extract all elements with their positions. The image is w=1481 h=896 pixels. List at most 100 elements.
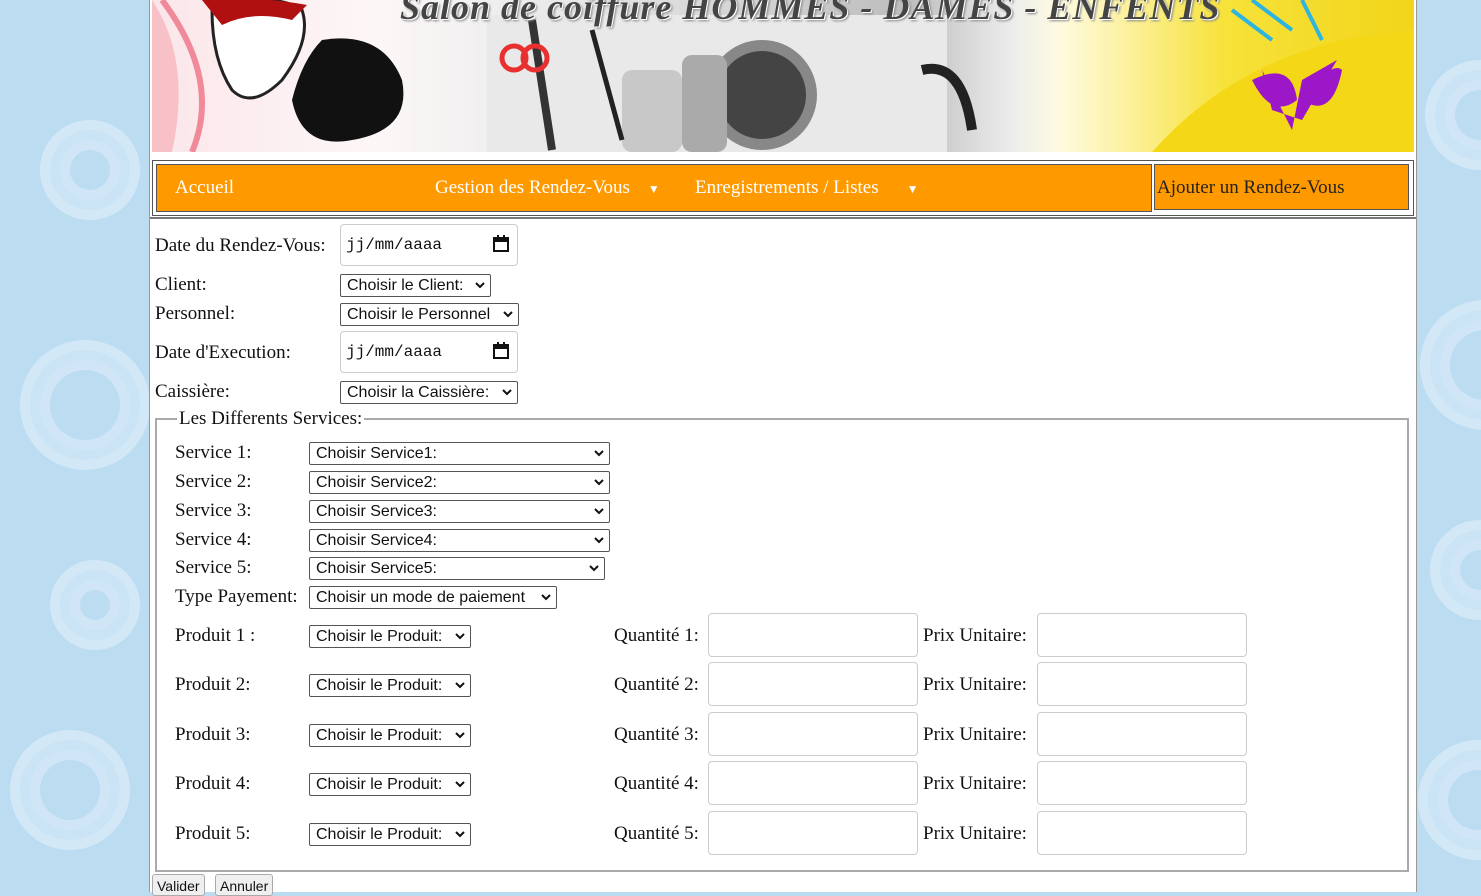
quantity-5-label: Quantité 5: (614, 823, 699, 844)
product-1-select-value: Choisir le Produit: (316, 628, 443, 645)
quantity-5-input[interactable] (708, 811, 918, 855)
payment-type-label: Type Payement: (175, 586, 298, 607)
chevron-down-icon (455, 781, 465, 788)
product-4-label: Produit 4: (175, 773, 251, 794)
nav-item-label: Accueil (175, 177, 235, 198)
services-fieldset: Les Differents Services: Service 1: Choi… (155, 408, 1409, 872)
separator-line (150, 217, 1416, 219)
date-execution-input[interactable]: jj/mm/aaaa (340, 331, 518, 373)
chevron-down-icon (475, 282, 485, 289)
cancel-button[interactable]: Annuler (215, 874, 274, 896)
service-2-label: Service 2: (175, 471, 252, 492)
unit-price-2-input[interactable] (1037, 662, 1247, 706)
nav-item-label: Gestion des Rendez-Vous (435, 177, 630, 198)
product-5-label: Produit 5: (175, 823, 251, 844)
navigation-bar: Accueil Gestion des Rendez-Vous ▼ Enregis… (152, 160, 1414, 216)
quantity-2-label: Quantité 2: (614, 674, 699, 695)
service-4-select-value: Choisir Service4: (316, 532, 437, 549)
unit-price-3-label: Prix Unitaire: (923, 724, 1027, 745)
client-select[interactable]: Choisir le Client: (340, 274, 491, 297)
calendar-icon[interactable] (493, 342, 509, 359)
personnel-label: Personnel: (155, 303, 236, 324)
service-1-label: Service 1: (175, 442, 252, 463)
product-2-select[interactable]: Choisir le Produit: (309, 674, 471, 697)
personnel-select-value: Choisir le Personnel (347, 306, 491, 323)
chevron-down-icon (589, 565, 599, 572)
service-4-label: Service 4: (175, 529, 252, 550)
services-legend: Les Differents Services: (177, 408, 365, 430)
service-2-select[interactable]: Choisir Service2: (309, 471, 610, 494)
chevron-down-icon (594, 537, 604, 544)
service-5-label: Service 5: (175, 557, 252, 578)
client-label: Client: (155, 274, 207, 295)
main-menu: Accueil Gestion des Rendez-Vous ▼ Enregis… (156, 164, 1152, 212)
caissiere-select[interactable]: Choisir la Caissière: (340, 381, 518, 404)
nav-item-ajouter-rendez-vous[interactable]: Ajouter un Rendez-Vous (1154, 164, 1409, 210)
page-container: Salon de coiffure HOMMES - DAMES - ENFEN… (149, 0, 1417, 896)
unit-price-1-input[interactable] (1037, 613, 1247, 657)
date-execution-value: jj/mm/aaaa (346, 343, 443, 361)
calendar-icon[interactable] (493, 235, 509, 252)
service-3-select-value: Choisir Service3: (316, 503, 437, 520)
unit-price-5-label: Prix Unitaire: (923, 823, 1027, 844)
service-1-select-value: Choisir Service1: (316, 445, 437, 462)
chevron-down-icon (594, 479, 604, 486)
chevron-down-icon (594, 450, 604, 457)
chevron-down-icon (594, 508, 604, 515)
quantity-4-input[interactable] (708, 761, 918, 805)
product-2-select-value: Choisir le Produit: (316, 677, 443, 694)
payment-type-select-value: Choisir un mode de paiement (316, 589, 526, 606)
chevron-down-icon (541, 594, 551, 601)
nav-item-label: Enregistrements / Listes (695, 177, 879, 198)
service-2-select-value: Choisir Service2: (316, 474, 437, 491)
product-4-select[interactable]: Choisir le Produit: (309, 773, 471, 796)
product-3-select-value: Choisir le Produit: (316, 727, 443, 744)
quantity-1-input[interactable] (708, 613, 918, 657)
chevron-down-icon (455, 732, 465, 739)
date-rdv-input[interactable]: jj/mm/aaaa (340, 224, 518, 266)
chevron-down-icon (455, 831, 465, 838)
unit-price-4-label: Prix Unitaire: (923, 773, 1027, 794)
quantity-1-label: Quantité 1: (614, 625, 699, 646)
quantity-3-label: Quantité 3: (614, 724, 699, 745)
unit-price-3-input[interactable] (1037, 712, 1247, 756)
product-3-label: Produit 3: (175, 724, 251, 745)
chevron-down-icon (455, 633, 465, 640)
product-5-select-value: Choisir le Produit: (316, 826, 443, 843)
caissiere-select-value: Choisir la Caissière: (347, 384, 490, 401)
quantity-3-input[interactable] (708, 712, 918, 756)
chevron-down-icon (502, 389, 512, 396)
service-5-select[interactable]: Choisir Service5: (309, 557, 605, 580)
unit-price-2-label: Prix Unitaire: (923, 674, 1027, 695)
product-1-label: Produit 1 : (175, 625, 256, 646)
banner-title: Salon de coiffure HOMMES - DAMES - ENFEN… (400, 0, 1221, 27)
caret-down-icon: ▼ (906, 181, 919, 196)
caissiere-label: Caissière: (155, 381, 230, 402)
validate-button[interactable]: Valider (152, 874, 205, 896)
payment-type-select[interactable]: Choisir un mode de paiement (309, 586, 557, 609)
product-1-select[interactable]: Choisir le Produit: (309, 625, 471, 648)
service-3-label: Service 3: (175, 500, 252, 521)
service-5-select-value: Choisir Service5: (316, 560, 437, 577)
nav-item-accueil[interactable]: Accueil (175, 165, 234, 211)
service-4-select[interactable]: Choisir Service4: (309, 529, 610, 552)
service-1-select[interactable]: Choisir Service1: (309, 442, 610, 465)
personnel-select[interactable]: Choisir le Personnel (340, 303, 519, 326)
caret-down-icon: ▼ (647, 181, 660, 196)
client-select-value: Choisir le Client: (347, 277, 464, 294)
product-4-select-value: Choisir le Produit: (316, 776, 443, 793)
date-rdv-value: jj/mm/aaaa (346, 236, 443, 254)
unit-price-4-input[interactable] (1037, 761, 1247, 805)
header-banner: Salon de coiffure HOMMES - DAMES - ENFEN… (152, 0, 1414, 152)
nav-item-enregistrements-listes[interactable]: Enregistrements / Listes ▼ (695, 165, 919, 211)
chevron-down-icon (455, 682, 465, 689)
nav-item-gestion-rendez-vous[interactable]: Gestion des Rendez-Vous ▼ (435, 165, 660, 211)
date-execution-label: Date d'Execution: (155, 342, 291, 363)
quantity-2-input[interactable] (708, 662, 918, 706)
unit-price-5-input[interactable] (1037, 811, 1247, 855)
product-2-label: Produit 2: (175, 674, 251, 695)
product-5-select[interactable]: Choisir le Produit: (309, 823, 471, 846)
service-3-select[interactable]: Choisir Service3: (309, 500, 610, 523)
product-3-select[interactable]: Choisir le Produit: (309, 724, 471, 747)
chevron-down-icon (503, 311, 513, 318)
